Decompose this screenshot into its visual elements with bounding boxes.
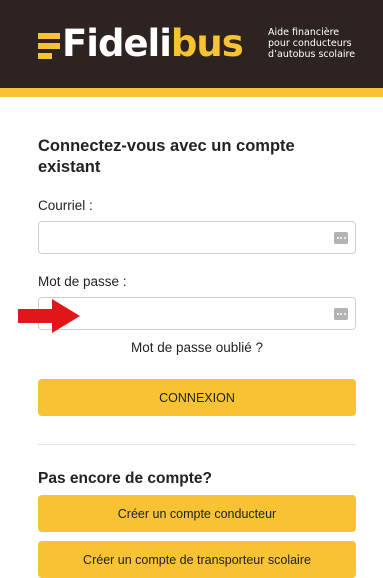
password-dots-icon[interactable] [334,232,348,244]
login-button[interactable]: CONNEXION [38,379,356,416]
email-field[interactable] [47,222,331,255]
header-accent-stripe [0,88,383,97]
create-carrier-account-button[interactable]: Créer un compte de transporteur scolaire [38,541,356,578]
logo-wordmark: Fidelibus [62,20,244,68]
tagline-line: Aide financière [268,27,340,38]
password-dots-icon[interactable] [334,308,348,320]
site-header: Fidelibus Aide financière pour conducteu… [0,0,383,88]
create-driver-account-button[interactable]: Créer un compte conducteur [38,495,356,532]
email-label: Courriel : [38,198,93,213]
fidelibus-logo[interactable]: Fidelibus [38,20,244,68]
password-field-wrapper [38,297,356,331]
password-label: Mot de passe : [38,274,127,289]
password-field[interactable] [47,298,331,331]
header-tagline: Aide financière pour conducteurs d’autob… [268,27,378,60]
logo-text-yellow: bus [170,22,244,65]
signup-title: Pas encore de compte? [38,470,213,487]
logo-text-white: Fideli [62,22,172,65]
tagline-line: pour conducteurs [268,38,352,49]
forgot-password-link[interactable]: Mot de passe oublié ? [38,340,356,355]
email-field-wrapper [38,221,356,255]
login-title: Connectez-vous avec un compte existant [38,137,295,176]
section-divider [38,444,356,445]
logo-mark-icon [38,27,60,61]
red-arrow-right-icon [18,299,80,333]
tagline-line: d’autobus scolaire [268,49,356,60]
